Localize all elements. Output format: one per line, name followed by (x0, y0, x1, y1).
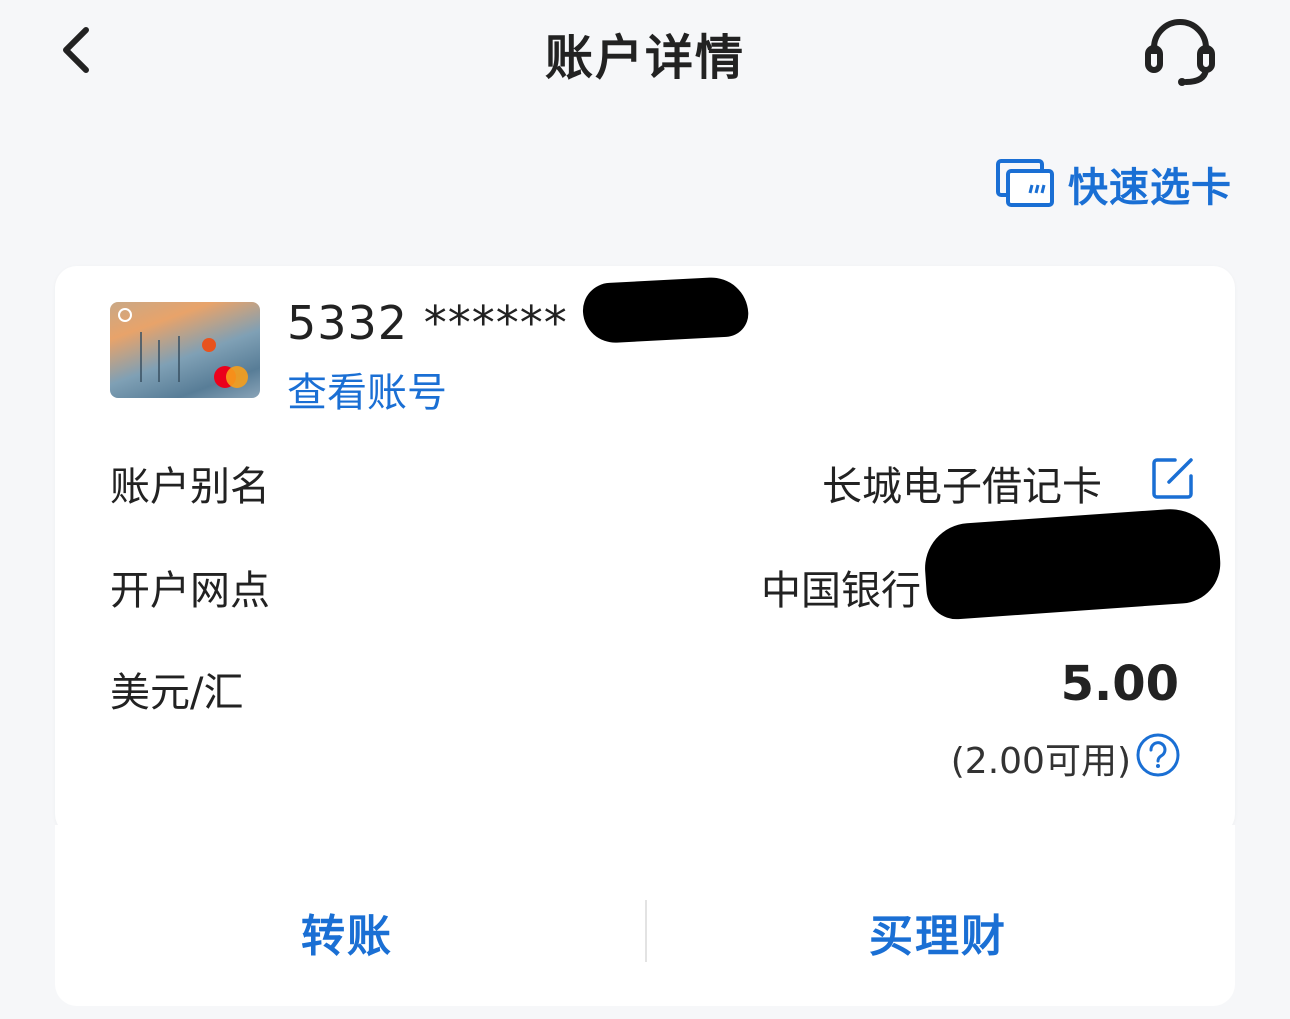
page-title: 账户详情 (544, 30, 745, 86)
headset-icon (1145, 19, 1215, 86)
buy-wealth-button[interactable]: 买理财 (869, 900, 1007, 964)
edit-alias-button[interactable] (1151, 456, 1195, 500)
redaction-mark (581, 275, 750, 345)
card-number: 5332 ****** (287, 296, 568, 350)
card-art-mast (178, 336, 180, 382)
edit-icon (1152, 458, 1193, 499)
card-switch-icon (996, 159, 1054, 209)
branch-value: 中国银行 (761, 568, 921, 614)
alias-value: 长城电子借记卡 (822, 464, 1102, 510)
currency-label: 美元/汇 (110, 670, 244, 716)
account-details-page: 账户详情 快速选卡 5332 ****** 查看账号 账户别名 长城电子借记卡 … (0, 0, 1290, 1019)
card-art-mast (158, 340, 160, 382)
card-art-mast (140, 332, 142, 382)
card-image (110, 302, 260, 398)
transfer-button[interactable]: 转账 (301, 900, 393, 964)
account-card-panel: 5332 ****** 查看账号 账户别名 长城电子借记卡 开户网点 中国银行 … (55, 266, 1235, 836)
quick-select-card-button[interactable]: 快速选卡 (996, 155, 1232, 213)
bank-logo-icon (118, 308, 132, 322)
alias-label: 账户别名 (110, 464, 270, 510)
header: 账户详情 (0, 0, 1290, 110)
question-circle-icon (1136, 733, 1180, 777)
redaction-mark (922, 505, 1223, 622)
mastercard-logo-icon (214, 366, 248, 388)
view-account-number-link[interactable]: 查看账号 (287, 360, 447, 418)
action-bar: 转账 买理财 (55, 825, 1235, 1006)
card-art-sun (202, 338, 216, 352)
help-button[interactable] (1135, 732, 1181, 778)
divider (645, 900, 647, 962)
branch-label: 开户网点 (110, 568, 270, 614)
quick-select-label: 快速选卡 (1068, 165, 1232, 211)
customer-service-button[interactable] (1140, 12, 1220, 92)
available-balance: (2.00可用) (950, 741, 1131, 782)
balance-value: 5.00 (1060, 656, 1179, 712)
